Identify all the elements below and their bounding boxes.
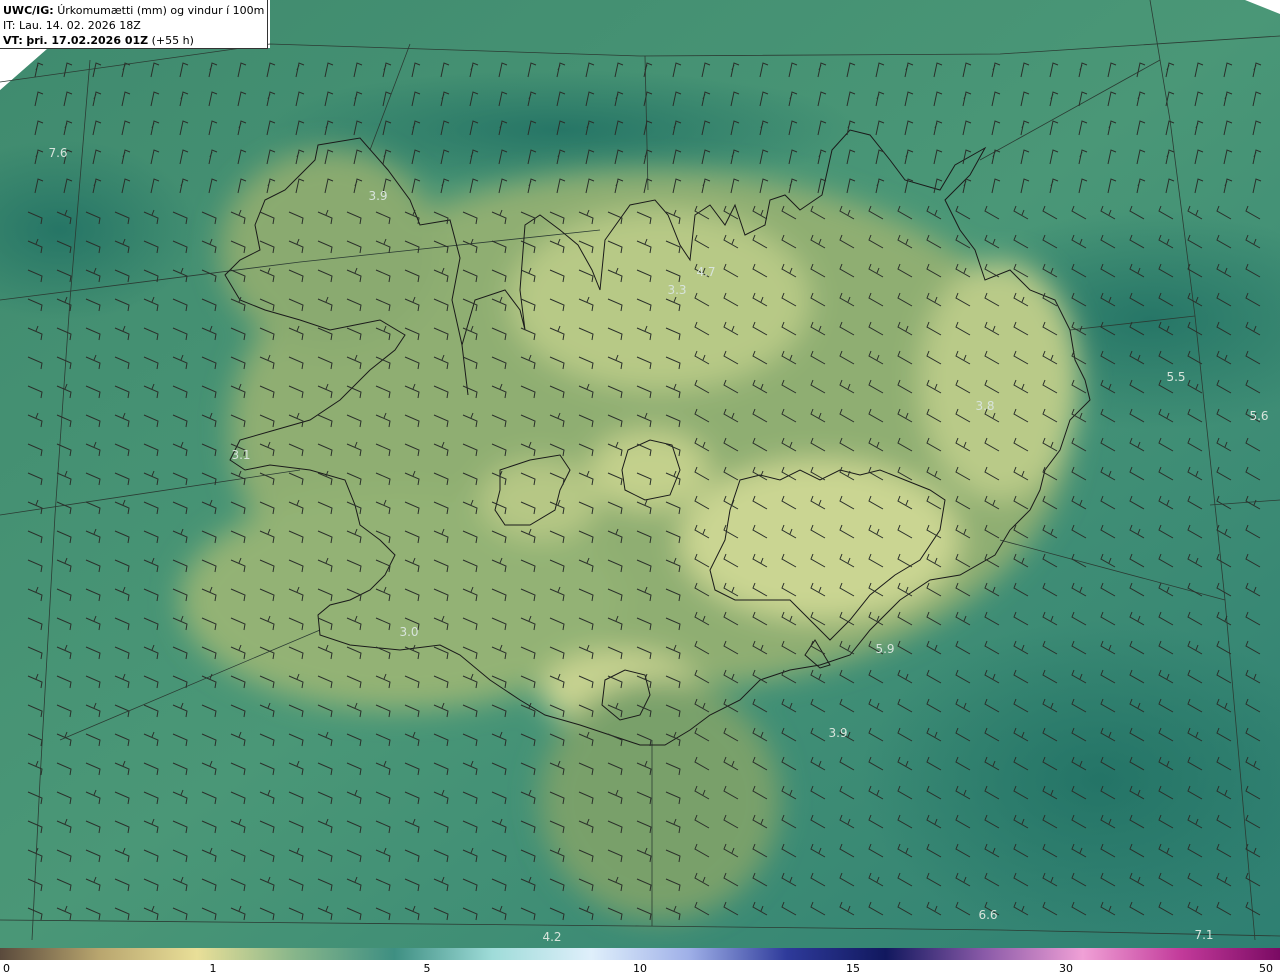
value-label: 7.1 — [1194, 928, 1213, 942]
value-label: 6.6 — [978, 908, 997, 922]
value-label: 5.6 — [1249, 409, 1268, 423]
colorbar-label: 0 — [3, 962, 10, 975]
colorbar-label: 30 — [1059, 962, 1073, 975]
value-label: 5.9 — [875, 642, 894, 656]
value-label: 3.3 — [667, 283, 686, 297]
value-label: 3.8 — [975, 399, 994, 413]
map-panel: 7.6 3.9 4.7 3.3 3.8 5.5 5.6 3.1 3.0 5.9 3.9 6.6 4.2 7… — [0, 0, 1280, 948]
value-label: 3.9 — [368, 189, 387, 203]
map-title: Úrkomumætti (mm) og vindur í 100m hæð — [57, 4, 267, 17]
value-label: 7.6 — [48, 146, 67, 160]
value-label: 3.1 — [231, 448, 250, 462]
value-label: 5.5 — [1166, 370, 1185, 384]
valid-time-line: VT: þri. 17.02.2026 01Z (+55 h) — [3, 33, 267, 48]
title-box: UWC/IG: Úrkomumætti (mm) og vindur í 100… — [0, 0, 268, 49]
colorbar-label: 10 — [633, 962, 647, 975]
vt-offset: (+55 h) — [151, 34, 194, 47]
value-label: 4.7 — [696, 265, 715, 279]
vt-value: þri. 17.02.2026 01Z — [26, 34, 149, 47]
value-label: 3.0 — [399, 625, 418, 639]
vt-prefix: VT: — [3, 34, 23, 47]
it-value: Lau. 14. 02. 2026 18Z — [18, 19, 141, 32]
colorbar — [0, 948, 1280, 960]
model-name: UWC/IG: — [3, 4, 54, 17]
colorbar-fill — [0, 948, 1280, 960]
it-prefix: IT: — [3, 19, 16, 32]
colorbar-label: 1 — [209, 962, 217, 975]
colorbar-label: 50 — [1259, 962, 1273, 975]
title-line: UWC/IG: Úrkomumætti (mm) og vindur í 100… — [3, 3, 267, 18]
colorbar-label: 5 — [423, 962, 431, 975]
precipitation-map: 7.6 3.9 4.7 3.3 3.8 5.5 5.6 3.1 3.0 5.9 3.9 6.6 4.2 7… — [0, 0, 1280, 948]
value-label: 3.9 — [828, 726, 847, 740]
colorbar-labels: 0 1 5 10 15 30 50 — [0, 962, 1280, 978]
init-time-line: IT: Lau. 14. 02. 2026 18Z — [3, 18, 267, 33]
colorbar-label: 15 — [846, 962, 860, 975]
value-label: 4.2 — [542, 930, 561, 944]
